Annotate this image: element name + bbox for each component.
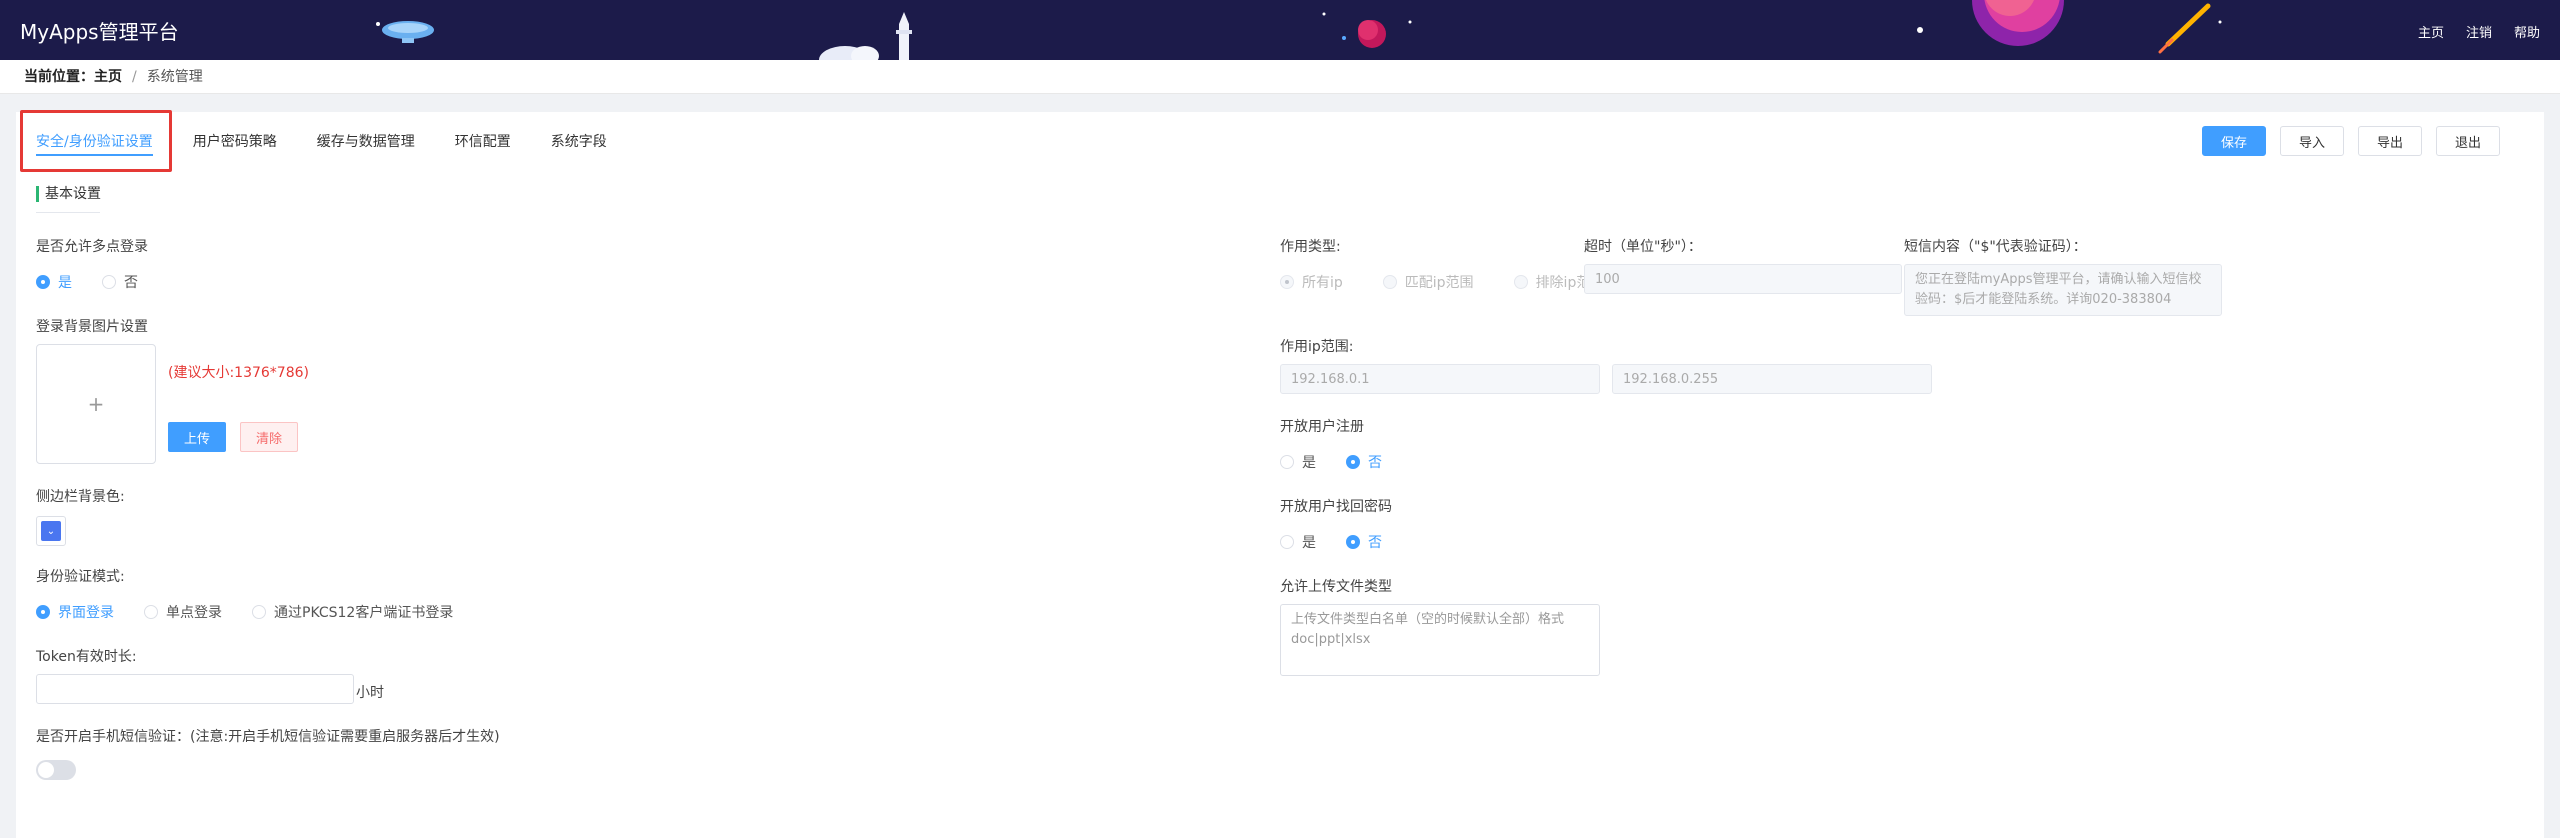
token-unit-label: 小时 [356,685,384,701]
sms-content-textarea[interactable]: 您正在登陆myApps管理平台，请确认输入短信校验码：$后才能登陆系统。详询02… [1904,264,2222,316]
settings-panel: 安全/身份验证设置 用户密码策略 缓存与数据管理 环信配置 系统字段 保存 导入… [16,110,2544,838]
sidebar-color-picker[interactable]: ⌄ [36,516,66,546]
timeout-input[interactable] [1584,264,1902,294]
radio-label: 通过PKCS12客户端证书登录 [274,605,454,621]
sms-content-label: 短信内容（"$"代表验证码）： [1904,239,2087,255]
radio-dot [1382,275,1397,289]
auth-mode-pkcs12-radio[interactable]: 通过PKCS12客户端证书登录 [252,602,453,622]
tab-easemob-config[interactable]: 环信配置 [455,122,511,162]
upload-types-label: 允许上传文件类型 [1280,579,1392,595]
upload-types-textarea[interactable]: 上传文件类型白名单（空的时候默认全部）格式doc|ppt|xlsx [1280,604,1600,676]
nav-help-link[interactable]: 帮助 [2514,22,2540,41]
import-button[interactable]: 导入 [2279,126,2344,156]
section-divider [36,212,100,213]
ip-range-label: 作用ip范围: [1280,339,1354,355]
multi-login-no-radio[interactable]: 否 [102,272,138,292]
action-buttons: 保存 导入 导出 退出 [2201,126,2500,156]
image-upload-box[interactable]: + [36,344,156,464]
tab-security-auth[interactable]: 安全/身份验证设置 [36,122,153,162]
breadcrumb-home-link[interactable]: 主页 [94,69,122,85]
ip-range-end-input[interactable] [1612,364,1932,394]
nav-home-link[interactable]: 主页 [2418,22,2444,41]
radio-dot [1280,455,1294,469]
tab-bar: 安全/身份验证设置 用户密码策略 缓存与数据管理 环信配置 系统字段 [36,122,607,162]
user-register-radio-group: 是 否 [1280,452,1412,472]
sms-verify-switch[interactable] [36,760,76,780]
section-title: 基本设置 [36,186,101,202]
tab-cache-data[interactable]: 缓存与数据管理 [317,122,415,162]
export-button[interactable]: 导出 [2357,126,2422,156]
save-button[interactable]: 保存 [2201,126,2266,156]
token-duration-label: Token有效时长: [36,649,137,665]
radio-dot [36,275,50,289]
chevron-down-icon: ⌄ [46,525,56,537]
auth-mode-sso-radio[interactable]: 单点登录 [144,602,222,622]
token-duration-input[interactable] [36,674,354,704]
scope-all-ip-radio[interactable]: 所有ip [1280,272,1343,292]
user-register-yes-radio[interactable]: 是 [1280,452,1316,472]
radio-label: 是 [1302,535,1316,551]
clear-button[interactable]: 清除 [240,422,298,452]
breadcrumb-current: 系统管理 [146,69,203,85]
radio-label: 否 [1368,455,1382,471]
exit-button[interactable]: 退出 [2435,126,2500,156]
user-register-no-radio[interactable]: 否 [1346,452,1382,472]
radio-dot [1513,275,1528,289]
radio-dot [36,605,50,619]
upload-button[interactable]: 上传 [168,422,226,452]
scope-match-ip-radio[interactable]: 匹配ip范围 [1382,272,1474,292]
radio-label: 界面登录 [58,605,114,621]
radio-dot [1346,535,1360,549]
radio-dot [1280,535,1294,549]
password-recover-label: 开放用户找回密码 [1280,499,1392,515]
password-recover-no-radio[interactable]: 否 [1346,532,1382,552]
app-title: MyApps管理平台 [20,20,179,44]
radio-dot [1280,275,1294,289]
top-header: MyApps管理平台 主页 注销 帮助 [0,0,2560,60]
tab-system-fields[interactable]: 系统字段 [551,122,607,162]
radio-label: 所有ip [1302,275,1343,291]
planet-large-icon [1917,0,2222,54]
breadcrumb: 当前位置：主页 / 系统管理 [0,60,2560,94]
multi-login-yes-radio[interactable]: 是 [36,272,72,292]
radio-label: 是 [58,275,72,291]
multi-login-label: 是否允许多点登录 [36,239,148,255]
scope-type-label: 作用类型: [1280,239,1341,255]
sms-verify-label: 是否开启手机短信验证：(注意:开启手机短信验证需要重启服务器后才生效) [36,729,500,745]
radio-dot [144,605,158,619]
auth-mode-label: 身份验证模式: [36,569,125,585]
radio-label: 否 [1368,535,1382,551]
password-recover-radio-group: 是 否 [1280,532,1412,552]
multi-login-radio-group: 是 否 [36,272,168,292]
breadcrumb-separator: / [132,69,137,85]
tab-password-policy[interactable]: 用户密码策略 [193,122,277,162]
radio-label: 匹配ip范围 [1404,275,1474,291]
castle-icon [819,12,912,60]
plus-icon: + [87,392,105,416]
scope-type-radio-group: 所有ip 匹配ip范围 排除ip范围 [1280,272,1604,292]
radio-dot [102,275,116,289]
color-swatch: ⌄ [41,521,61,541]
user-register-label: 开放用户注册 [1280,419,1364,435]
sidebar-color-label: 侧边栏背景色: [36,489,125,505]
auth-mode-radio-group: 界面登录 单点登录 通过PKCS12客户端证书登录 [36,602,483,622]
image-size-hint: (建议大小:1376*786) [168,365,309,381]
password-recover-yes-radio[interactable]: 是 [1280,532,1316,552]
radio-label: 单点登录 [166,605,222,621]
breadcrumb-label: 当前位置： [24,69,94,85]
timeout-label: 超时（单位"秒"）： [1584,239,1702,255]
auth-mode-ui-login-radio[interactable]: 界面登录 [36,602,114,622]
radio-dot [1346,455,1360,469]
radio-label: 是 [1302,455,1316,471]
radio-dot [252,605,266,619]
ip-range-start-input[interactable] [1280,364,1600,394]
radio-label: 否 [124,275,138,291]
bg-image-label: 登录背景图片设置 [36,319,148,335]
airship-icon [376,21,434,43]
planet-small-icon [1322,12,1412,48]
header-nav: 主页 注销 帮助 [2418,22,2540,41]
nav-logout-link[interactable]: 注销 [2466,22,2492,41]
